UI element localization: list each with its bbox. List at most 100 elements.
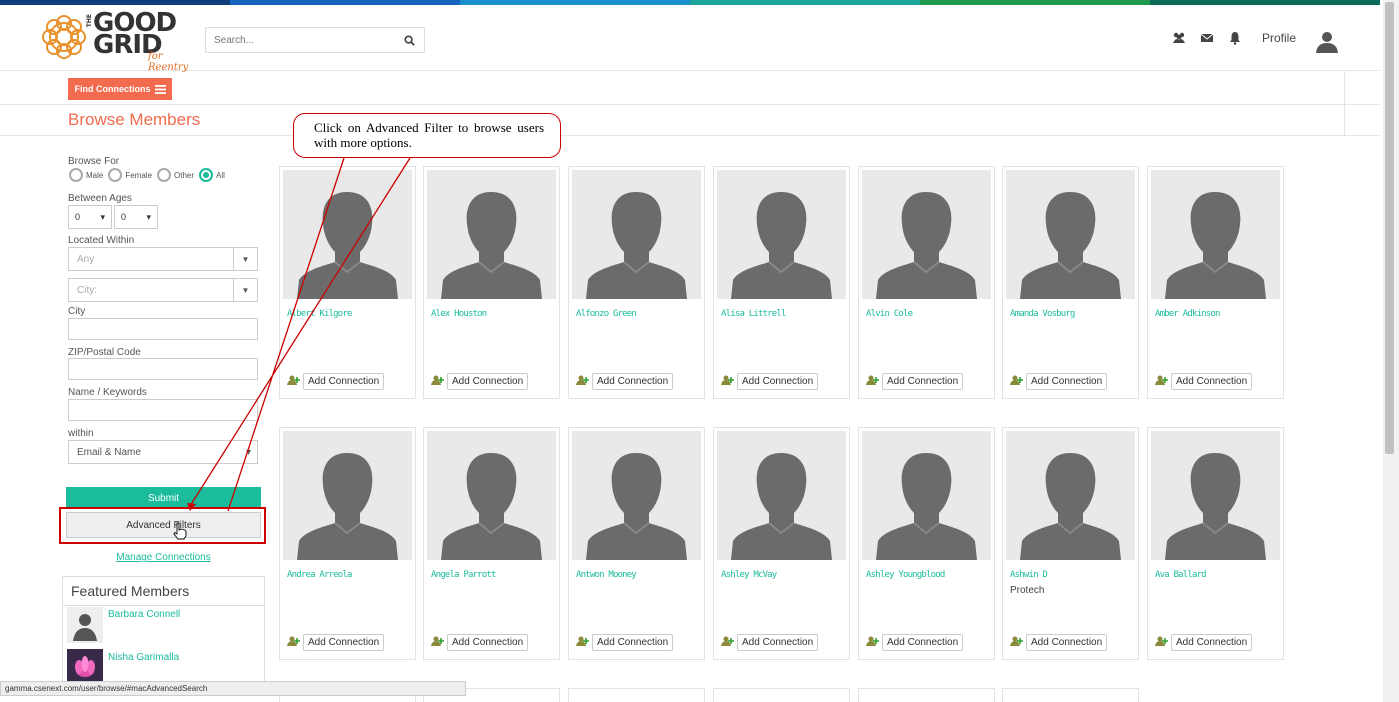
add-connection[interactable]: Add Connection (721, 372, 819, 390)
member-photo[interactable] (283, 170, 412, 299)
member-card[interactable]: Amanda Vosburg Add Connection (1002, 166, 1139, 399)
add-connection-button[interactable]: Add Connection (737, 372, 819, 390)
member-name[interactable]: Ashwin D (1010, 570, 1048, 580)
member-photo[interactable] (1006, 170, 1135, 299)
good-grid-logo[interactable]: THE GOOD GRID for Reentry (38, 10, 198, 73)
add-connection[interactable]: Add Connection (1010, 372, 1108, 390)
member-card[interactable]: Andrea Arreola Add Connection (279, 427, 416, 660)
profile-link[interactable]: Profile (1262, 31, 1296, 45)
member-photo[interactable] (572, 170, 701, 299)
member-name[interactable]: Angela Parrott (431, 570, 496, 580)
add-connection[interactable]: Add Connection (866, 633, 964, 651)
city-select[interactable]: City: ▼ (68, 278, 258, 302)
connections-icon[interactable] (1172, 31, 1186, 45)
search-input[interactable] (206, 28, 396, 52)
find-connections-button[interactable]: Find Connections (68, 78, 172, 100)
member-photo[interactable] (717, 170, 846, 299)
age-from-select[interactable]: 0 ▾ (68, 205, 112, 229)
add-connection-button[interactable]: Add Connection (1026, 633, 1108, 651)
member-photo[interactable] (572, 431, 701, 560)
member-photo[interactable] (862, 170, 991, 299)
member-card[interactable]: Albert Kilgore Add Connection (279, 166, 416, 399)
member-card[interactable]: Ashley Youngblood Add Connection (858, 427, 995, 660)
member-card[interactable]: Alfonzo Green Add Connection (568, 166, 705, 399)
member-card[interactable]: Ashley McVay Add Connection (713, 427, 850, 660)
radio-all[interactable] (199, 168, 214, 182)
member-name[interactable]: Ava Ballard (1155, 570, 1207, 580)
member-photo[interactable] (717, 431, 846, 560)
add-connection[interactable]: Add Connection (1155, 372, 1253, 390)
member-name[interactable]: Alfonzo Green (576, 309, 637, 319)
within-select[interactable]: Email & Name ▾ (68, 440, 258, 464)
member-name[interactable]: Ashley Youngblood (866, 570, 945, 580)
add-connection-button[interactable]: Add Connection (1171, 372, 1253, 390)
keywords-input[interactable] (68, 399, 258, 421)
add-connection-button[interactable]: Add Connection (303, 633, 385, 651)
add-connection[interactable]: Add Connection (721, 633, 819, 651)
member-name[interactable]: Alisa Littrell (721, 309, 786, 319)
submit-button[interactable]: Submit (66, 487, 261, 509)
add-connection-button[interactable]: Add Connection (1171, 633, 1253, 651)
add-connection[interactable]: Add Connection (1010, 633, 1108, 651)
member-photo[interactable] (427, 170, 556, 299)
member-photo[interactable] (862, 431, 991, 560)
member-photo[interactable] (427, 431, 556, 560)
add-connection[interactable]: Add Connection (576, 633, 674, 651)
city-input[interactable] (68, 318, 258, 340)
featured-avatar[interactable] (67, 649, 103, 685)
member-photo[interactable] (283, 431, 412, 560)
add-connection[interactable]: Add Connection (287, 633, 385, 651)
member-name[interactable]: Alex Houston (431, 309, 487, 319)
member-name[interactable]: Andrea Arreola (287, 570, 352, 580)
bell-icon[interactable] (1228, 31, 1242, 45)
add-connection-button[interactable]: Add Connection (882, 372, 964, 390)
member-photo[interactable] (1151, 170, 1280, 299)
add-connection-button[interactable]: Add Connection (882, 633, 964, 651)
add-connection[interactable]: Add Connection (431, 633, 529, 651)
member-name[interactable]: Amanda Vosburg (1010, 309, 1075, 319)
member-card[interactable]: Antwon Mooney Add Connection (568, 427, 705, 660)
member-name[interactable]: Amber Adkinson (1155, 309, 1220, 319)
scrollbar-thumb[interactable] (1385, 2, 1394, 454)
page-scrollbar[interactable] (1383, 0, 1399, 702)
member-card[interactable]: Angela Parrott Add Connection (423, 427, 560, 660)
add-connection-button[interactable]: Add Connection (447, 372, 529, 390)
add-connection-button[interactable]: Add Connection (1026, 372, 1108, 390)
add-connection[interactable]: Add Connection (1155, 633, 1253, 651)
featured-avatar[interactable] (67, 607, 103, 643)
user-avatar-icon[interactable] (1314, 29, 1340, 55)
add-connection-button[interactable]: Add Connection (303, 372, 385, 390)
add-connection-button[interactable]: Add Connection (447, 633, 529, 651)
zip-input[interactable] (68, 358, 258, 380)
add-connection[interactable]: Add Connection (287, 372, 385, 390)
radio-male[interactable] (69, 168, 83, 182)
member-card[interactable]: Amber Adkinson Add Connection (1147, 166, 1284, 399)
manage-connections-link[interactable]: Manage Connections (66, 552, 261, 563)
add-connection-button[interactable]: Add Connection (592, 633, 674, 651)
add-connection-button[interactable]: Add Connection (737, 633, 819, 651)
member-card[interactable]: Ashwin D Protech Add Connection (1002, 427, 1139, 660)
add-connection-button[interactable]: Add Connection (592, 372, 674, 390)
add-connection[interactable]: Add Connection (576, 372, 674, 390)
member-card[interactable]: Alisa Littrell Add Connection (713, 166, 850, 399)
member-card[interactable]: Alex Houston Add Connection (423, 166, 560, 399)
age-to-select[interactable]: 0 ▾ (114, 205, 158, 229)
featured-member-name[interactable]: Barbara Connell (108, 609, 180, 620)
add-connection[interactable]: Add Connection (866, 372, 964, 390)
member-name[interactable]: Albert Kilgore (287, 309, 352, 319)
add-connection[interactable]: Add Connection (431, 372, 529, 390)
radio-female[interactable] (108, 168, 123, 182)
member-name[interactable]: Antwon Mooney (576, 570, 637, 580)
mail-icon[interactable] (1200, 31, 1214, 45)
annotation-callout: Click on Advanced Filter to browse users… (293, 113, 561, 158)
member-card[interactable]: Ava Ballard Add Connection (1147, 427, 1284, 660)
member-card[interactable]: Alvin Cole Add Connection (858, 166, 995, 399)
member-photo[interactable] (1151, 431, 1280, 560)
located-within-select[interactable]: Any ▼ (68, 247, 258, 271)
featured-member-name[interactable]: Nisha Garimalla (108, 652, 179, 663)
member-name[interactable]: Alvin Cole (866, 309, 913, 319)
member-photo[interactable] (1006, 431, 1135, 560)
member-name[interactable]: Ashley McVay (721, 570, 777, 580)
search-button[interactable] (394, 28, 424, 52)
radio-other[interactable] (157, 168, 172, 182)
